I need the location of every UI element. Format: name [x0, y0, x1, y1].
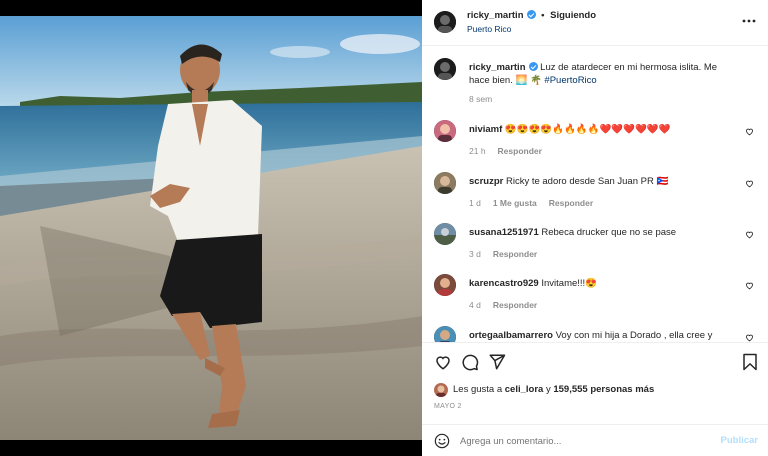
comment-item: niviamf 😍😍😍😍🔥🔥🔥🔥❤️❤️❤️❤️❤️❤️ 21 h Respond…	[434, 120, 760, 164]
heart-icon[interactable]	[745, 281, 754, 290]
comment-composer: Publicar	[422, 424, 768, 456]
comment-input[interactable]	[460, 433, 700, 449]
likes-count[interactable]: 159,555 personas más	[553, 384, 654, 395]
reply-button[interactable]: Responder	[493, 300, 537, 310]
commenter-username[interactable]: scruzpr	[469, 176, 503, 187]
comment-text: karencastro929 Invitame!!!😍	[469, 277, 739, 290]
comment-meta: 4 d Responder	[469, 300, 537, 310]
reply-button[interactable]: Responder	[493, 249, 537, 259]
comment-text: ortegaalbamarrero Voy con mi hija a Dora…	[469, 329, 739, 342]
comment-item: ortegaalbamarrero Voy con mi hija a Dora…	[434, 326, 760, 342]
post-date: MAYO 2	[434, 403, 462, 410]
likes-connector: y	[545, 384, 551, 395]
commenter-avatar[interactable]	[434, 120, 456, 142]
comment-body: Invitame!!!😍	[541, 278, 598, 289]
hashtag-link[interactable]: #PuertoRico	[544, 75, 596, 86]
comment-item: scruzpr Ricky te adoro desde San Juan PR…	[434, 172, 760, 216]
commenter-username[interactable]: ortegaalbamarrero	[469, 330, 553, 341]
commenter-avatar[interactable]	[434, 326, 456, 342]
commenter-avatar[interactable]	[434, 223, 456, 245]
commenter-avatar[interactable]	[434, 172, 456, 194]
separator-dot: •	[541, 10, 545, 21]
comment-meta: 21 h Responder	[469, 146, 542, 156]
commenter-username[interactable]: niviamf	[469, 124, 502, 135]
caption-age: 8 sem	[469, 94, 493, 104]
comment-body: Voy con mi hija a Dorado , ella cree y	[555, 330, 713, 341]
reply-button[interactable]: Responder	[549, 198, 593, 208]
heart-icon[interactable]	[745, 333, 754, 342]
publish-button[interactable]: Publicar	[721, 435, 759, 446]
emoji-icon[interactable]	[434, 433, 450, 449]
reply-button[interactable]: Responder	[498, 146, 542, 156]
header-name-row: ricky_martin • Siguiendo	[467, 10, 596, 21]
comment-text: niviamf 😍😍😍😍🔥🔥🔥🔥❤️❤️❤️❤️❤️❤️	[469, 123, 739, 136]
post-header: ricky_martin • Siguiendo Puerto Rico	[422, 0, 768, 46]
comment-time: 21 h	[469, 146, 486, 156]
heart-icon[interactable]	[434, 353, 452, 371]
caption-username[interactable]: ricky_martin	[469, 62, 526, 73]
comment-text: scruzpr Ricky te adoro desde San Juan PR…	[469, 175, 739, 188]
share-icon[interactable]	[488, 353, 506, 371]
post-actions: Les gusta a celi_lora y 159,555 personas…	[422, 342, 768, 412]
instagram-post-modal: ricky_martin • Siguiendo Puerto Rico ric…	[0, 0, 768, 456]
post-sidebar: ricky_martin • Siguiendo Puerto Rico ric…	[422, 0, 768, 456]
commenter-avatar[interactable]	[434, 274, 456, 296]
comment-meta: 1 d 1 Me gusta Responder	[469, 198, 593, 208]
location-link[interactable]: Puerto Rico	[467, 24, 511, 34]
comment-time: 4 d	[469, 300, 481, 310]
liker-avatar[interactable]	[434, 383, 448, 397]
commenter-username[interactable]: karencastro929	[469, 278, 539, 289]
author-avatar[interactable]	[434, 11, 456, 33]
liker-username[interactable]: celi_lora	[505, 384, 544, 395]
comment-text: susana1251971 Rebeca drucker que no se p…	[469, 226, 739, 239]
likes-summary: Les gusta a celi_lora y 159,555 personas…	[453, 384, 654, 395]
beach-photo-image	[0, 16, 422, 440]
comment-item: karencastro929 Invitame!!!😍 4 d Responder	[434, 274, 760, 318]
verified-badge-icon	[526, 10, 536, 19]
comment-meta: 3 d Responder	[469, 249, 537, 259]
caption-avatar[interactable]	[434, 58, 456, 80]
author-username[interactable]: ricky_martin	[467, 10, 524, 21]
verified-badge-icon	[528, 62, 538, 71]
heart-icon[interactable]	[745, 127, 754, 136]
caption-text: ricky_martin Luz de atardecer en mi herm…	[469, 61, 739, 87]
bookmark-icon[interactable]	[742, 353, 758, 371]
heart-icon[interactable]	[745, 230, 754, 239]
comment-body: Ricky te adoro desde San Juan PR 🇵🇷	[505, 176, 669, 187]
comment-likes[interactable]: 1 Me gusta	[493, 198, 537, 208]
comment-icon[interactable]	[461, 353, 479, 371]
comment-body: 😍😍😍😍🔥🔥🔥🔥❤️❤️❤️❤️❤️❤️	[504, 124, 671, 135]
post-photo[interactable]	[0, 16, 422, 440]
commenter-username[interactable]: susana1251971	[469, 227, 539, 238]
comment-body: Rebeca drucker que no se pase	[541, 227, 677, 238]
more-options-icon[interactable]	[742, 14, 756, 28]
comment-time: 1 d	[469, 198, 481, 208]
comments-scroll-area[interactable]: ricky_martin Luz de atardecer en mi herm…	[422, 46, 768, 342]
comment-time: 3 d	[469, 249, 481, 259]
likes-prefix: Les gusta a	[453, 384, 503, 395]
comment-item: susana1251971 Rebeca drucker que no se p…	[434, 223, 760, 267]
caption-emoji: 🌅 🌴	[515, 75, 542, 86]
caption-block: ricky_martin Luz de atardecer en mi herm…	[434, 58, 760, 108]
heart-icon[interactable]	[745, 179, 754, 188]
follow-status-button[interactable]: Siguiendo	[550, 10, 596, 21]
